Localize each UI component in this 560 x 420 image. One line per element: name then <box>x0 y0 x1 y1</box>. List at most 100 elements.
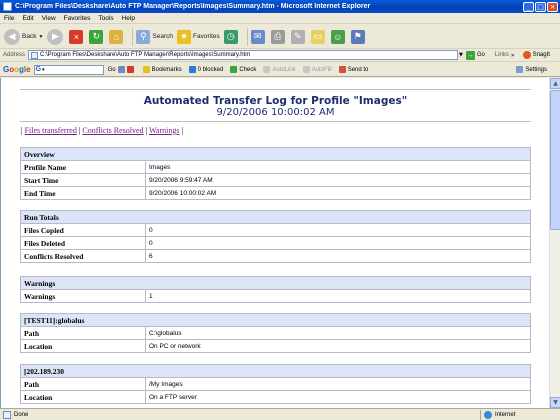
snagit-icon <box>522 51 531 59</box>
table-row: Files Deleted 0 <box>20 236 531 250</box>
nav-separator: | <box>181 126 184 135</box>
sendto-icon <box>338 66 346 73</box>
mail-icon: ✉ <box>250 29 265 44</box>
title-bar: C:\Program Files\Deskshare\Auto FTP Mana… <box>0 0 560 13</box>
table-row: End Time 9/20/2006 10:00:02 AM <box>20 186 531 200</box>
scroll-thumb[interactable] <box>550 90 560 230</box>
address-input[interactable]: C:\Program Files\Deskshare\Auto FTP Mana… <box>28 50 459 60</box>
back-arrow-icon: ◀ <box>4 28 20 45</box>
nav-separator: | <box>145 126 148 135</box>
row-label: Location <box>20 339 146 353</box>
popup-blocker-button[interactable]: 0 blocked <box>188 66 224 73</box>
settings-button[interactable]: Settings <box>516 66 547 73</box>
autofill-icon <box>302 66 310 73</box>
back-button[interactable]: ◀ Back ▼ <box>4 28 43 45</box>
menu-help[interactable]: Help <box>122 15 135 22</box>
google-dropdown-icon[interactable]: ▾ <box>42 67 45 73</box>
google-toolbar: Google G ▾ Go Bookmarks 0 blocked Check … <box>0 63 560 77</box>
menu-view[interactable]: View <box>42 15 56 22</box>
report-title: Automated Transfer Log for Profile "Imag… <box>143 95 408 107</box>
vertical-scrollbar[interactable]: ▲ ▼ <box>549 78 560 408</box>
spellcheck-button[interactable]: Check <box>230 66 256 73</box>
links-button[interactable]: Links <box>495 52 509 58</box>
site2-table: [202.189.230 Path /My Images Location On… <box>20 364 531 404</box>
close-button[interactable]: × <box>547 1 558 12</box>
search-button[interactable]: ⚲ Search <box>136 29 174 44</box>
header-divider <box>20 121 531 122</box>
section-nav: | Files transferred | Conflicts Resolved… <box>21 126 183 135</box>
row-value: 1 <box>145 289 531 303</box>
warnings-header: Warnings <box>20 276 531 290</box>
menu-bar: File Edit View Favorites Tools Help <box>0 13 560 24</box>
search-label: Search <box>152 33 174 40</box>
edit-button[interactable]: ✎ <box>290 29 307 44</box>
print-button[interactable]: ⎙ <box>270 29 287 44</box>
top-divider <box>20 89 531 90</box>
messenger-button[interactable]: ☺ <box>330 29 347 44</box>
google-logo[interactable]: Google <box>3 65 31 74</box>
history-button[interactable]: ◷ <box>223 29 240 44</box>
run-totals-header: Run Totals <box>20 210 531 224</box>
autofill-button[interactable]: AutoFill <box>302 66 332 73</box>
site2-header: [202.189.230 <box>20 364 531 378</box>
report-date: 9/20/2006 10:00:02 AM <box>216 107 335 118</box>
row-value: On PC or network <box>145 339 531 353</box>
links-chevron-icon[interactable]: » <box>511 52 515 59</box>
row-label: Profile Name <box>20 160 146 174</box>
snagit-button[interactable]: SnagIt <box>522 51 550 59</box>
row-label: Warnings <box>20 289 146 303</box>
menu-edit[interactable]: Edit <box>22 15 33 22</box>
sendto-button[interactable]: Send to <box>338 66 368 73</box>
discuss-button[interactable]: ▭ <box>310 29 327 44</box>
blocked-count: 0 blocked <box>197 66 224 73</box>
scroll-down-icon[interactable]: ▼ <box>550 397 560 408</box>
back-dropdown-icon[interactable]: ▼ <box>38 34 43 40</box>
overview-header: Overview <box>20 147 531 161</box>
menu-favorites[interactable]: Favorites <box>64 15 91 22</box>
row-value: C:\globalus <box>145 326 531 340</box>
nav-separator: | <box>21 126 23 135</box>
favorites-label: Favorites <box>193 33 220 40</box>
row-label: Path <box>20 326 146 340</box>
autofill-label: AutoFill <box>311 66 332 73</box>
menu-file[interactable]: File <box>4 15 14 22</box>
menu-tools[interactable]: Tools <box>98 15 113 22</box>
page-status-icon <box>3 410 11 419</box>
favorites-button[interactable]: ★ Favorites <box>177 29 220 44</box>
messenger-icon: ☺ <box>330 29 345 44</box>
google-news-icon[interactable] <box>117 66 125 73</box>
go-label: Go <box>476 52 485 58</box>
row-value: 9/20/2006 10:00:02 AM <box>145 186 531 200</box>
address-label: Address <box>3 52 26 58</box>
row-label: Conflicts Resolved <box>20 249 146 263</box>
table-row: Start Time 9/20/2006 9:59:47 AM <box>20 173 531 187</box>
refresh-button[interactable]: ↻ <box>89 29 105 44</box>
row-label: Files Deleted <box>20 236 146 250</box>
maximize-button[interactable]: □ <box>535 1 546 12</box>
stop-button[interactable]: × <box>69 29 85 44</box>
mail-button[interactable]: ✉ <box>250 29 267 44</box>
address-value: C:\Program Files\Deskshare\Auto FTP Mana… <box>40 52 251 58</box>
scroll-up-icon[interactable]: ▲ <box>550 78 560 89</box>
window-controls: _ □ × <box>523 1 558 12</box>
go-button[interactable]: → Go <box>465 50 485 60</box>
refresh-icon: ↻ <box>89 29 104 44</box>
google-go-button[interactable]: Go <box>108 66 136 73</box>
warnings-link[interactable]: Warnings <box>149 126 179 135</box>
table-row: Path C:\globalus <box>20 326 531 340</box>
autolink-button[interactable]: AutoLink <box>263 66 296 73</box>
minimize-button[interactable]: _ <box>523 1 534 12</box>
bookmarks-button[interactable]: Bookmarks <box>142 66 182 73</box>
home-button[interactable]: ⌂ <box>109 29 125 44</box>
table-row: Location On a FTP server <box>20 390 531 404</box>
conflicts-resolved-link[interactable]: Conflicts Resolved <box>82 126 143 135</box>
table-row: Path /My Images <box>20 377 531 391</box>
forward-button[interactable]: ▶ <box>47 28 65 45</box>
research-button[interactable]: ⚑ <box>350 29 367 44</box>
search-icon: ⚲ <box>136 29 151 44</box>
row-value: On a FTP server <box>145 390 531 404</box>
files-transferred-link[interactable]: Files transferred <box>25 126 77 135</box>
address-dropdown-icon[interactable]: ▼ <box>459 52 463 58</box>
google-search-input[interactable]: G ▾ <box>33 64 104 75</box>
popup-blocker-icon <box>188 66 196 73</box>
